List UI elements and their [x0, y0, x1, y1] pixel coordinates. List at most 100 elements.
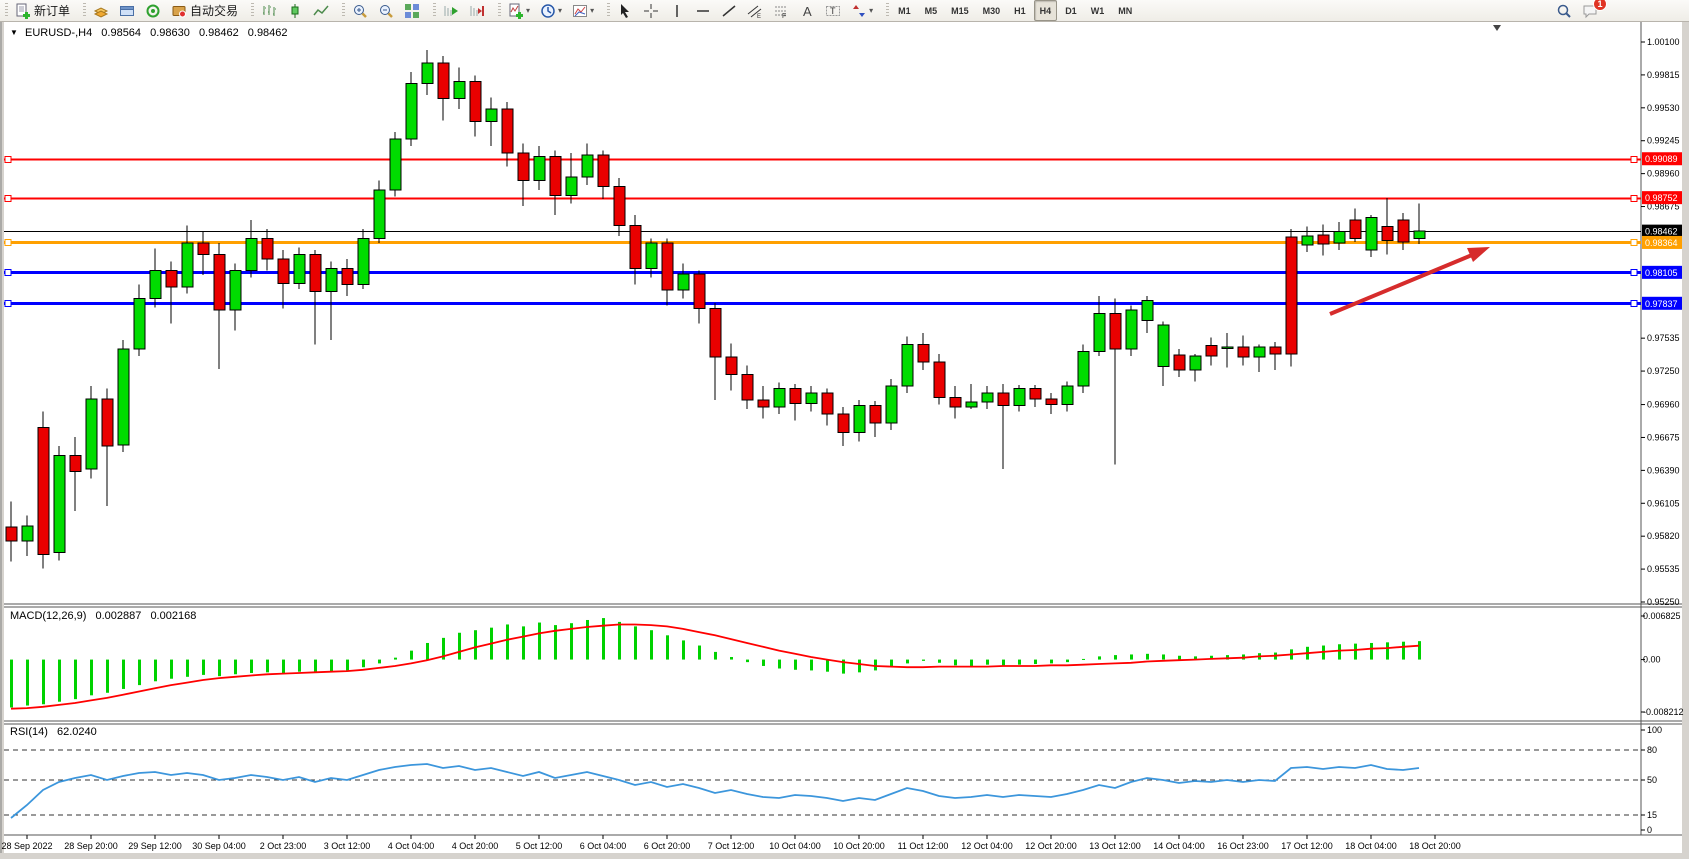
search-button[interactable] [1552, 0, 1576, 21]
crosshair-icon [643, 3, 659, 19]
line-handle [1631, 301, 1637, 307]
new-order-button[interactable]: 新订单 [11, 0, 74, 21]
svg-text:18 Oct 20:00: 18 Oct 20:00 [1409, 841, 1461, 851]
crosshair-button[interactable] [639, 0, 663, 21]
tile-windows-icon [404, 3, 420, 19]
svg-text:0.96675: 0.96675 [1647, 432, 1680, 442]
auto-scroll-button[interactable] [439, 0, 463, 21]
channel-button[interactable]: E [743, 0, 767, 21]
cursor-button[interactable] [613, 0, 637, 21]
timeframe-h1-button[interactable]: H1 [1008, 0, 1032, 21]
bar-chart-button[interactable] [257, 0, 281, 21]
macd-label: MACD(12,26,9) 0.002887 0.002168 [10, 610, 196, 622]
zoom-out-icon [378, 3, 394, 19]
arrows-button[interactable]: ▾ [847, 0, 877, 21]
svg-text:100: 100 [1647, 725, 1662, 735]
fibonacci-button[interactable]: F [769, 0, 793, 21]
text-icon: A [799, 3, 815, 19]
svg-text:12 Oct 04:00: 12 Oct 04:00 [961, 841, 1013, 851]
toolbar-gripper [886, 3, 889, 18]
chevron-down-icon[interactable]: ▾ [869, 6, 873, 15]
zoom-out-button[interactable] [374, 0, 398, 21]
indicators-icon [508, 3, 524, 19]
svg-text:0.95535: 0.95535 [1647, 564, 1680, 574]
trendline-icon [721, 3, 737, 19]
toolbar-gripper [83, 3, 86, 18]
svg-text:0.96105: 0.96105 [1647, 498, 1680, 508]
tile-windows-button[interactable] [400, 0, 424, 21]
toolbar-gripper [5, 3, 8, 18]
svg-text:6 Oct 04:00: 6 Oct 04:00 [580, 841, 627, 851]
period-button[interactable]: ▾ [536, 0, 566, 21]
button-label: 自动交易 [190, 2, 238, 19]
svg-text:0.006825: 0.006825 [1643, 611, 1681, 621]
line-chart-icon [313, 3, 329, 19]
ohlc-low: 0.98462 [199, 27, 239, 39]
rsi-value: 62.0240 [57, 726, 97, 738]
one-click-trading-icon[interactable]: ▼ [10, 28, 18, 37]
candlestick-icon [287, 3, 303, 19]
timeframe-m1-button[interactable]: M1 [892, 0, 917, 21]
template-button[interactable]: ▾ [568, 0, 598, 21]
rsi-label: RSI(14) 62.0240 [10, 726, 97, 738]
line-chart-button[interactable] [309, 0, 333, 21]
svg-text:10 Oct 04:00: 10 Oct 04:00 [769, 841, 821, 851]
timeframe-mn-button[interactable]: MN [1112, 0, 1138, 21]
chevron-down-icon[interactable]: ▾ [558, 6, 562, 15]
line-handle [1631, 270, 1637, 276]
svg-text:15: 15 [1647, 810, 1657, 820]
toolbar-gripper [342, 3, 345, 18]
market-watch-button[interactable] [89, 0, 113, 21]
chart-shift-button[interactable] [465, 0, 489, 21]
autotrading-button[interactable]: 自动交易 [167, 0, 242, 21]
svg-text:A: A [803, 4, 812, 19]
svg-text:0.98462: 0.98462 [1645, 227, 1678, 237]
timeframe-m30-button[interactable]: M30 [977, 0, 1007, 21]
indicators-button[interactable]: ▾ [504, 0, 534, 21]
label-button[interactable]: T [821, 0, 845, 21]
svg-text:13 Oct 12:00: 13 Oct 12:00 [1089, 841, 1141, 851]
toolbar-group [428, 0, 493, 21]
toolbar-gripper [251, 3, 254, 18]
toolbar-gripper [433, 3, 436, 18]
timeframe-w1-button[interactable]: W1 [1085, 0, 1111, 21]
svg-text:18 Oct 04:00: 18 Oct 04:00 [1345, 841, 1397, 851]
rsi-name: RSI(14) [10, 726, 48, 738]
toolbar-gripper [607, 3, 610, 18]
toolbar-group: 新订单 [0, 0, 78, 21]
arrows-icon [851, 3, 867, 19]
timeframe-h4-button[interactable]: H4 [1034, 0, 1058, 21]
svg-text:17 Oct 12:00: 17 Oct 12:00 [1281, 841, 1333, 851]
chevron-down-icon[interactable]: ▾ [590, 6, 594, 15]
svg-text:0.98960: 0.98960 [1647, 169, 1680, 179]
toolbar-gripper [498, 3, 501, 18]
svg-text:7 Oct 12:00: 7 Oct 12:00 [708, 841, 755, 851]
channel-icon: E [747, 3, 763, 19]
svg-text:0: 0 [1647, 825, 1652, 835]
svg-text:12 Oct 20:00: 12 Oct 20:00 [1025, 841, 1077, 851]
svg-text:11 Oct 12:00: 11 Oct 12:00 [898, 841, 949, 851]
chart-canvas[interactable]: 1.001000.998150.995300.992450.989600.986… [0, 0, 1689, 859]
chevron-down-icon[interactable]: ▾ [526, 6, 530, 15]
toolbar: 新订单 自动交易 ▾ ▾ ▾ E F A T ▾ M1M5M15M30H1H4D1W1MN 1 [0, 0, 1689, 22]
svg-text:0.99089: 0.99089 [1645, 154, 1678, 164]
timeframe-m5-button[interactable]: M5 [919, 0, 944, 21]
template-icon [572, 3, 588, 19]
zoom-in-button[interactable] [348, 0, 372, 21]
svg-text:0.99815: 0.99815 [1647, 70, 1680, 80]
svg-text:3 Oct 12:00: 3 Oct 12:00 [324, 841, 371, 851]
bar-chart-icon [261, 3, 277, 19]
navigator-button[interactable] [115, 0, 139, 21]
vertical-line-button[interactable] [665, 0, 689, 21]
svg-text:F: F [782, 13, 786, 19]
trendline-button[interactable] [717, 0, 741, 21]
timeframe-m15-button[interactable]: M15 [945, 0, 975, 21]
macd-name: MACD(12,26,9) [10, 610, 86, 622]
svg-text:T: T [830, 6, 836, 16]
text-button[interactable]: A [795, 0, 819, 21]
candlestick-button[interactable] [283, 0, 307, 21]
notification-button[interactable]: 1 [1578, 0, 1602, 21]
signal-button[interactable] [141, 0, 165, 21]
timeframe-d1-button[interactable]: D1 [1059, 0, 1083, 21]
horizontal-line-button[interactable] [691, 0, 715, 21]
